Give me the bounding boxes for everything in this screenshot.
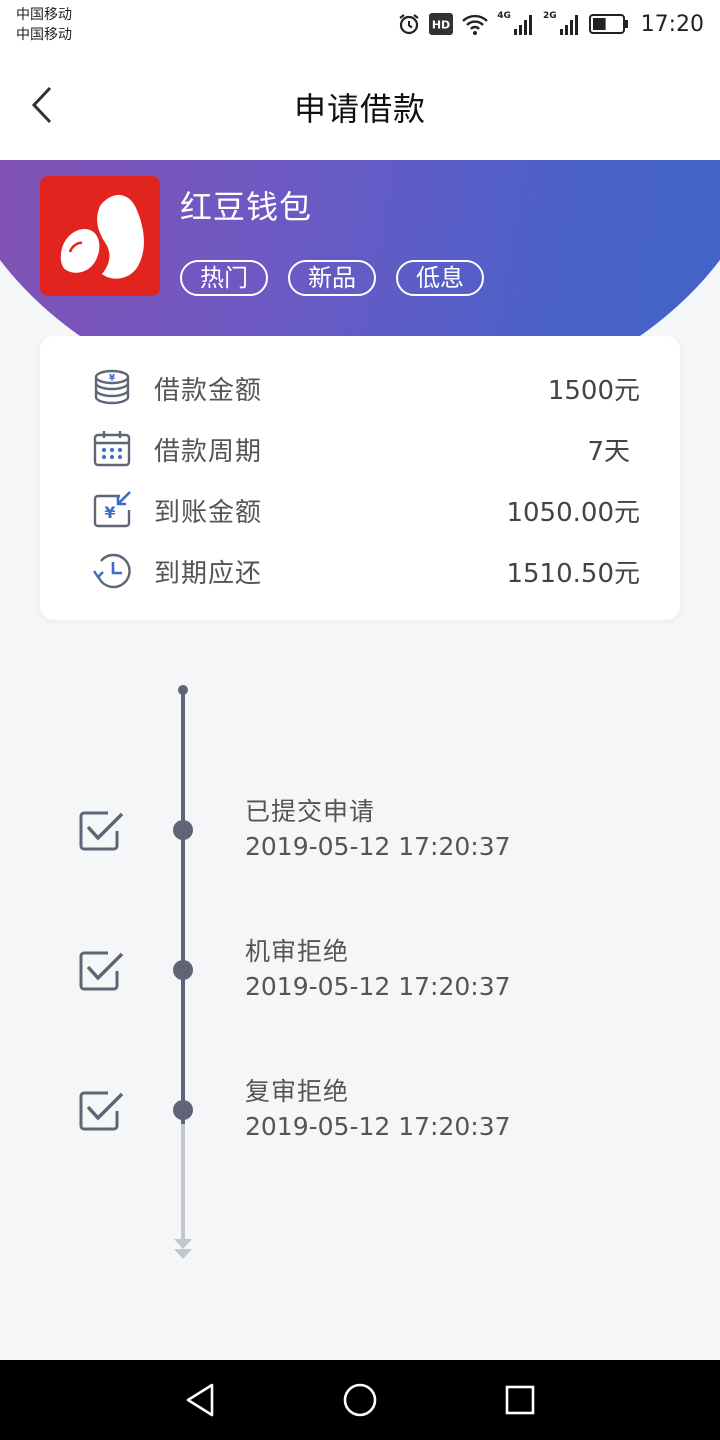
received-amount-label: 到账金额 xyxy=(154,497,263,528)
back-triangle-icon xyxy=(186,1383,214,1417)
history-clock-icon xyxy=(92,551,132,591)
step-time: 2019-05-12 17:20:37 xyxy=(245,1112,511,1141)
network-type-2: 2G xyxy=(542,11,557,21)
timeline-step-review-rejected: 复审拒绝 2019-05-12 17:20:37 xyxy=(245,1076,511,1144)
svg-text:¥: ¥ xyxy=(109,374,116,384)
tag-low-interest: 低息 xyxy=(396,260,484,296)
step-title: 已提交申请 xyxy=(245,797,376,826)
signal-icon xyxy=(559,15,578,35)
loan-info-card: ¥ 借款金额 1500元 借款周期 7天 ¥ 到账金额 1050.00元 到期应… xyxy=(40,336,680,620)
product-logo xyxy=(40,176,160,296)
timeline-step-submitted: 已提交申请 2019-05-12 17:20:37 xyxy=(245,796,511,864)
loan-period-label: 借款周期 xyxy=(154,436,263,467)
checkbox-checked-icon xyxy=(79,951,124,991)
checkbox-checked-icon xyxy=(79,1091,124,1131)
status-time: 17:20 xyxy=(640,11,704,37)
battery-icon xyxy=(588,14,628,34)
signal-icon xyxy=(513,15,532,35)
step-time: 2019-05-12 17:20:37 xyxy=(245,832,511,861)
carrier-2: 中国移动 xyxy=(16,27,72,43)
coins-icon: ¥ xyxy=(92,368,132,408)
loan-amount-value: 1500元 xyxy=(547,375,640,406)
system-home-button[interactable] xyxy=(340,1380,380,1420)
loan-period-value: 7天 xyxy=(587,436,630,467)
system-recents-button[interactable] xyxy=(500,1380,540,1420)
timeline-step-dot xyxy=(173,960,193,980)
due-amount-value: 1510.50元 xyxy=(506,558,640,589)
loan-info-row-amount: ¥ 借款金额 1500元 xyxy=(92,366,640,410)
calendar-icon xyxy=(92,429,132,469)
timeline-start-dot xyxy=(178,685,188,695)
checkbox-checked-icon xyxy=(79,811,124,851)
network-type-1: 4G xyxy=(497,11,511,21)
page-title: 申请借款 xyxy=(293,90,426,128)
carrier-info: 中国移动 中国移动 xyxy=(16,5,72,45)
system-back-button[interactable] xyxy=(180,1380,220,1420)
timeline-line-pending xyxy=(181,1124,185,1242)
product-name: 红豆钱包 xyxy=(180,188,313,226)
timeline-step-machine-rejected: 机审拒绝 2019-05-12 17:20:37 xyxy=(245,936,511,1004)
loan-info-row-due: 到期应还 1510.50元 xyxy=(92,549,640,593)
home-circle-icon xyxy=(343,1383,377,1417)
loan-info-row-received: ¥ 到账金额 1050.00元 xyxy=(92,488,640,532)
receive-money-icon: ¥ xyxy=(92,490,132,530)
step-title: 复审拒绝 xyxy=(245,1077,350,1106)
system-nav-bar xyxy=(0,1360,720,1440)
timeline-arrow-down-icon xyxy=(174,1239,192,1259)
loan-info-row-period: 借款周期 7天 xyxy=(92,427,640,471)
timeline-step-dot xyxy=(173,820,193,840)
status-bar: 中国移动 中国移动 HD 4G 2G 17:20 xyxy=(0,0,720,52)
received-amount-value: 1050.00元 xyxy=(506,497,640,528)
nav-bar: 申请借款 xyxy=(0,52,720,160)
timeline-step-dot xyxy=(173,1100,193,1120)
tag-hot: 热门 xyxy=(180,260,268,296)
tag-new: 新品 xyxy=(288,260,376,296)
step-title: 机审拒绝 xyxy=(245,937,350,966)
svg-text:¥: ¥ xyxy=(104,503,115,522)
alarm-icon xyxy=(399,14,419,35)
product-tags: 热门 新品 低息 xyxy=(180,260,484,296)
status-icons: HD 4G 2G 17:20 xyxy=(397,8,704,40)
hd-badge-text: HD xyxy=(432,19,450,32)
step-time: 2019-05-12 17:20:37 xyxy=(245,972,511,1001)
loan-amount-label: 借款金额 xyxy=(154,375,263,406)
recents-square-icon xyxy=(505,1385,535,1415)
due-amount-label: 到期应还 xyxy=(154,558,263,589)
wifi-icon xyxy=(462,14,489,35)
red-bean-logo-icon xyxy=(60,195,144,279)
timeline-line-completed xyxy=(181,690,185,1124)
hd-icon: HD xyxy=(429,13,454,35)
carrier-1: 中国移动 xyxy=(16,7,72,23)
